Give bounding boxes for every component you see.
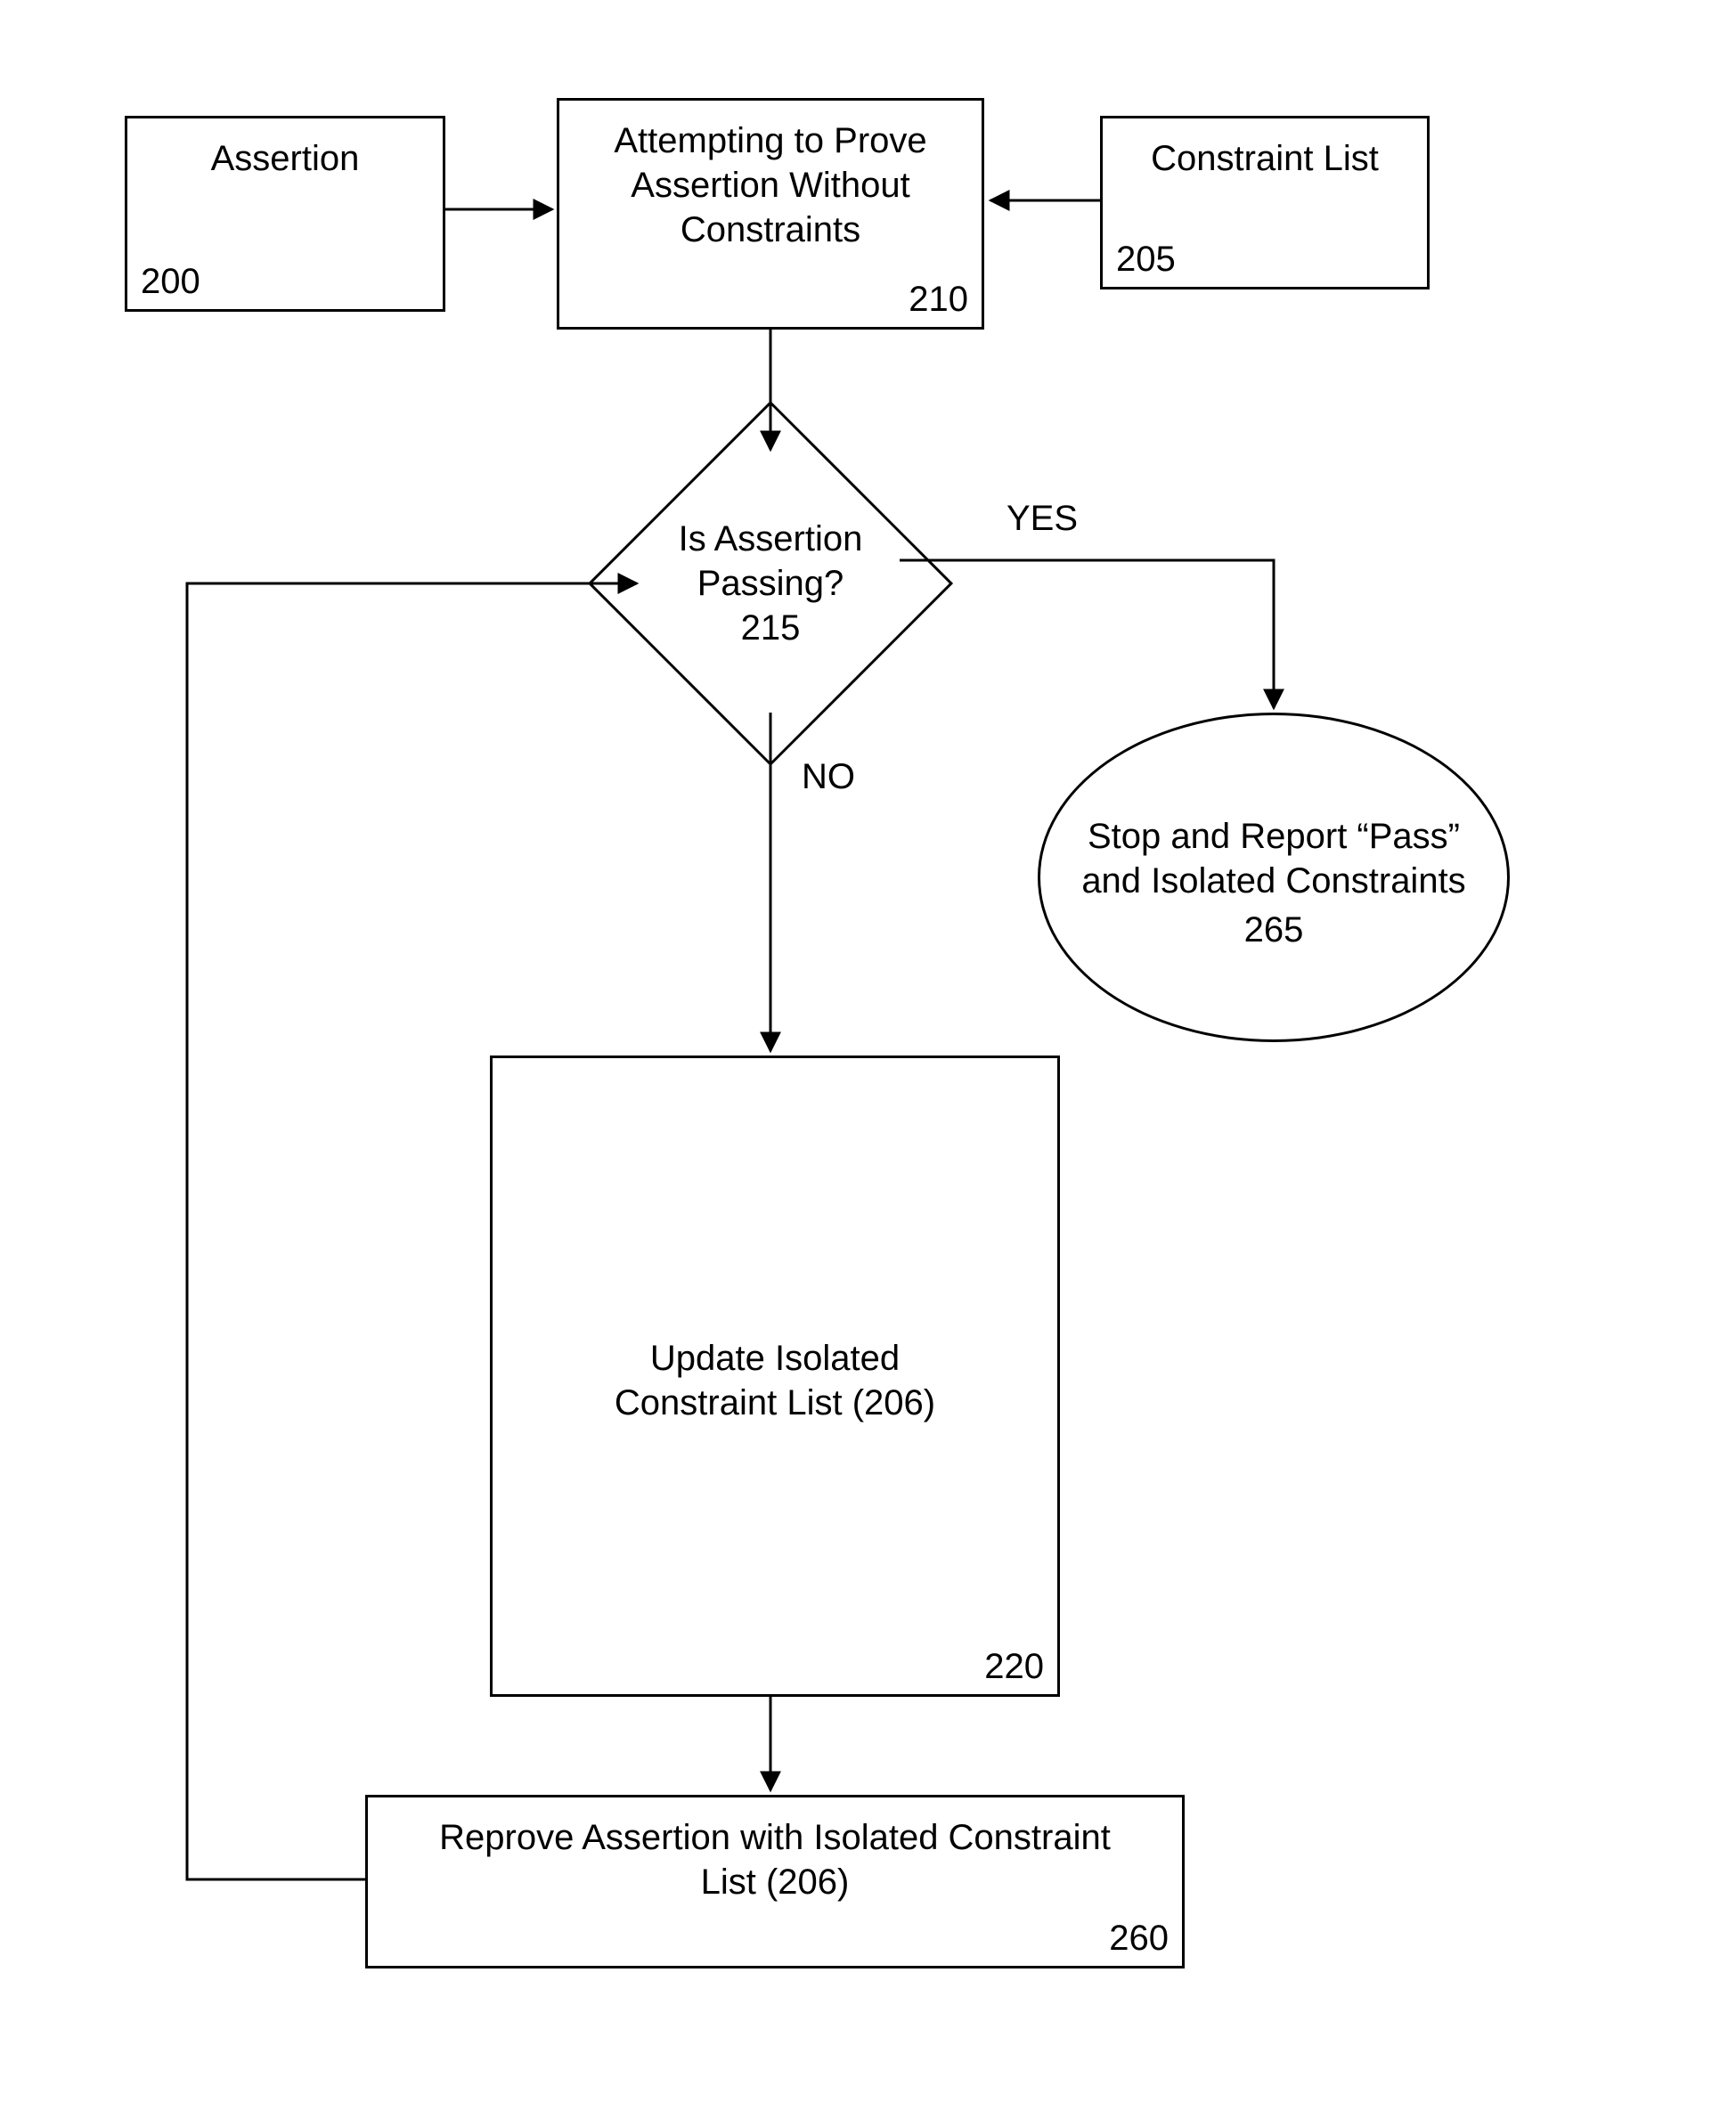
- node-update-list: Update Isolated Constraint List (206) 22…: [490, 1056, 1060, 1697]
- node-stop-report-ref: 265: [1244, 910, 1304, 950]
- node-reprove-title: Reprove Assertion with Isolated Constrai…: [436, 1815, 1113, 1904]
- node-update-list-ref: 220: [984, 1647, 1044, 1687]
- node-decision-passing-label: Is Assertion Passing? 215: [641, 517, 900, 650]
- node-reprove-ref: 260: [1109, 1919, 1169, 1959]
- node-assertion-ref: 200: [141, 262, 200, 302]
- node-assertion: Assertion 200: [125, 116, 445, 312]
- node-assertion-title: Assertion: [211, 136, 360, 181]
- node-attempt-prove: Attempting to Prove Assertion Without Co…: [557, 98, 984, 330]
- node-decision-title: Is Assertion Passing?: [679, 519, 863, 603]
- node-decision-ref: 215: [741, 608, 801, 648]
- node-reprove: Reprove Assertion with Isolated Constrai…: [365, 1795, 1185, 1968]
- node-constraint-list: Constraint List 205: [1100, 116, 1430, 289]
- node-decision-passing: Is Assertion Passing? 215: [641, 454, 900, 713]
- node-attempt-prove-ref: 210: [909, 280, 968, 320]
- edge-label-no: NO: [802, 757, 855, 797]
- edge-label-yes: YES: [1007, 499, 1078, 539]
- flowchart-canvas: Assertion 200 Attempting to Prove Assert…: [0, 0, 1736, 2111]
- node-update-list-title: Update Isolated Constraint List (206): [597, 1336, 953, 1425]
- node-stop-report-title: Stop and Report “Pass” and Isolated Cons…: [1058, 814, 1489, 903]
- node-stop-report: Stop and Report “Pass” and Isolated Cons…: [1038, 713, 1510, 1042]
- node-constraint-list-ref: 205: [1116, 240, 1176, 280]
- node-attempt-prove-title: Attempting to Prove Assertion Without Co…: [583, 118, 958, 252]
- node-constraint-list-title: Constraint List: [1151, 136, 1379, 181]
